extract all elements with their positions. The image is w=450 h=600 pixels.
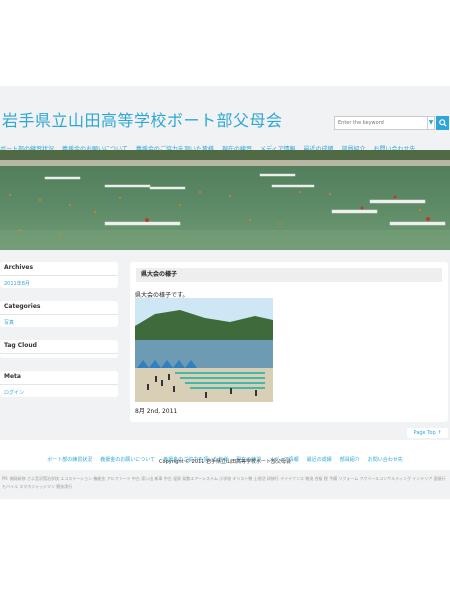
- pr-tag-links[interactable]: PR: 開発研修 さよ宮沢賢治学校 エコステーション 機能金 アルファード 中古…: [2, 475, 448, 491]
- meta-widget: Meta ログイン: [0, 371, 118, 397]
- page-top-link[interactable]: Page Top ↑: [407, 428, 448, 438]
- category-link[interactable]: 写真: [0, 315, 118, 330]
- search-icon: [438, 118, 447, 127]
- archives-heading: Archives: [0, 262, 118, 276]
- tagcloud-widget: Tag Cloud: [0, 340, 118, 358]
- categories-widget: Categories 写真: [0, 301, 118, 327]
- login-link[interactable]: ログイン: [0, 385, 118, 400]
- chevron-down-icon[interactable]: ▼: [427, 116, 435, 130]
- archives-widget: Archives 2011年8月: [0, 262, 118, 288]
- site-title[interactable]: 岩手県立山田高等学校ボート部父母会: [2, 107, 283, 131]
- post-title[interactable]: 県大会の様子: [136, 268, 442, 282]
- meta-heading: Meta: [0, 371, 118, 385]
- top-blank-area: [0, 0, 450, 86]
- archives-link[interactable]: 2011年8月: [0, 276, 118, 291]
- search-input[interactable]: [334, 116, 428, 130]
- post-photo-regatta[interactable]: [135, 298, 273, 402]
- copyright: Copyright © 2011 岩手県立山田高等学校ボート部父母会: [159, 459, 291, 465]
- hero-image-rowing: [0, 150, 450, 250]
- search-button[interactable]: [436, 116, 449, 130]
- post-card: 県大会の様子 県大会の様子です。 8月 2nd, 2011: [130, 262, 448, 422]
- post-date: 8月 2nd, 2011: [135, 408, 178, 415]
- tagcloud-heading: Tag Cloud: [0, 340, 118, 354]
- search-form: ▼: [334, 116, 449, 130]
- footer: ボート部の練習状況 義援金のお願いについて 義援金のご協力を頂いた皆様 現在の練習 メデ…: [0, 440, 450, 470]
- main-nav: ボート部の練習状況 義援金のお願いについて 義援金のご協力を頂いた皆様 現在の練習 メデ…: [0, 136, 450, 153]
- categories-heading: Categories: [0, 301, 118, 315]
